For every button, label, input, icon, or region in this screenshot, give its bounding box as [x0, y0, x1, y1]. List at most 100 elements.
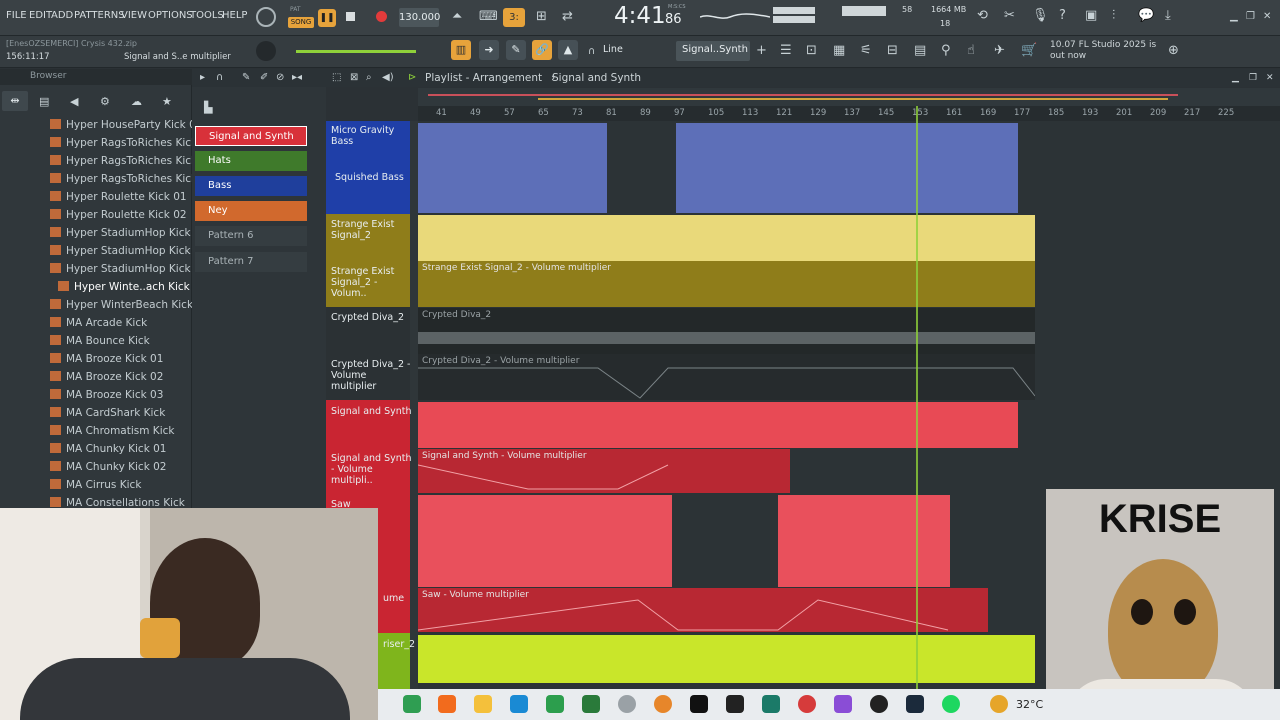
- clip-saw[interactable]: [418, 495, 672, 587]
- wait-input-icon[interactable]: ⌨: [479, 10, 498, 24]
- countdown-icon[interactable]: 3:: [503, 8, 525, 27]
- chat-icon[interactable]: 💬: [1138, 9, 1154, 23]
- browser-item[interactable]: Hyper StadiumHop Kick 03: [50, 263, 207, 281]
- app-icon[interactable]: [906, 695, 924, 713]
- browser-item[interactable]: Hyper HouseParty Kick 02: [50, 119, 202, 137]
- menu-edit[interactable]: EDIT: [29, 10, 52, 21]
- clip-crypted-diva[interactable]: Crypted Diva_2: [418, 308, 1035, 354]
- panel-minimize-icon[interactable]: ▁: [1232, 71, 1239, 85]
- browser-item[interactable]: Hyper WinterBeach Kick 02: [50, 299, 210, 317]
- fl-studio-icon[interactable]: [654, 695, 672, 713]
- playlist-icon[interactable]: ▥: [451, 40, 471, 60]
- browser-item[interactable]: Hyper StadiumHop Kick 02: [50, 245, 207, 263]
- panel-close-icon[interactable]: ✕: [1266, 71, 1274, 85]
- pattern-item[interactable]: Hats: [195, 151, 307, 171]
- browser-item[interactable]: MA Chunky Kick 02: [50, 461, 167, 479]
- add-icon[interactable]: +: [756, 44, 767, 58]
- app-icon[interactable]: [798, 695, 816, 713]
- menu-view[interactable]: VIEW: [121, 10, 147, 21]
- menu-help[interactable]: HELP: [222, 10, 247, 21]
- speaker-icon[interactable]: ◀): [382, 71, 394, 85]
- browser-item[interactable]: MA CardShark Kick: [50, 407, 165, 425]
- browser-item[interactable]: Hyper RagsToRiches Kick 01: [50, 137, 214, 155]
- master-volume-slider[interactable]: [296, 50, 416, 53]
- track-name[interactable]: Squished Bass: [330, 170, 416, 183]
- master-pitch-knob[interactable]: [256, 41, 276, 61]
- stamp-icon[interactable]: ▲: [558, 40, 578, 60]
- mute-icon[interactable]: ▸◂: [292, 71, 302, 85]
- song-mode-toggle[interactable]: SONG: [288, 17, 314, 28]
- browser-all-icon[interactable]: ⇹: [2, 91, 28, 111]
- native-icon[interactable]: [690, 695, 708, 713]
- menu-tools[interactable]: TOOLS: [190, 10, 224, 21]
- browser-item[interactable]: MA Bounce Kick: [50, 335, 150, 353]
- send-icon[interactable]: ✈: [994, 44, 1005, 58]
- track-name[interactable]: Crypted Diva_2 - Volume multiplier: [326, 357, 412, 392]
- chrome-icon[interactable]: [403, 695, 421, 713]
- browser-item[interactable]: MA Brooze Kick 02: [50, 371, 163, 389]
- track-name[interactable]: Signal and Synth: [326, 404, 412, 417]
- minimize-icon[interactable]: ▁: [1230, 10, 1238, 24]
- playhead[interactable]: [916, 106, 918, 690]
- steam-icon[interactable]: [870, 695, 888, 713]
- magnet-icon[interactable]: ∩: [588, 45, 595, 59]
- edge-icon[interactable]: [510, 695, 528, 713]
- clip-bass[interactable]: [676, 123, 1018, 213]
- song-overview[interactable]: [418, 88, 1280, 106]
- undo-icon[interactable]: ⟲: [977, 9, 988, 23]
- touch-icon[interactable]: ☝: [967, 44, 975, 58]
- browser-plugin-icon[interactable]: ⚙: [100, 95, 110, 109]
- close-icon[interactable]: ✕: [1263, 10, 1271, 24]
- loop-record-icon[interactable]: ⇄: [562, 10, 573, 24]
- spotify-icon[interactable]: [942, 695, 960, 713]
- delete-icon[interactable]: ⊘: [276, 71, 284, 85]
- clip-saw[interactable]: [778, 495, 950, 587]
- pattern-item[interactable]: Ney: [195, 201, 307, 221]
- folder-icon[interactable]: [474, 695, 492, 713]
- settings-icon[interactable]: [618, 695, 636, 713]
- browser-toggle-icon[interactable]: ⊟: [887, 44, 898, 58]
- clip-saw-automation[interactable]: Saw - Volume multiplier: [418, 588, 988, 632]
- save-icon[interactable]: ▣: [1085, 9, 1097, 23]
- track-name[interactable]: Strange Exist Signal_2: [326, 217, 412, 241]
- news-title[interactable]: 10.07 FL Studio 2025 is: [1050, 40, 1156, 50]
- record-button[interactable]: [376, 11, 387, 22]
- app-icon[interactable]: [762, 695, 780, 713]
- download-icon[interactable]: ⤓: [1165, 9, 1171, 23]
- browser-back-icon[interactable]: ◀: [70, 95, 78, 109]
- clip-riser[interactable]: [418, 635, 1035, 683]
- track-name[interactable]: Signal and Synth - Volume multipli..: [326, 451, 412, 486]
- link-icon[interactable]: 🔗: [532, 40, 552, 60]
- menu-add[interactable]: ADD: [51, 10, 73, 21]
- clip-bass[interactable]: [418, 123, 607, 213]
- cart-icon[interactable]: 🛒: [1021, 44, 1037, 58]
- menu-options[interactable]: OPTIONS: [148, 10, 193, 21]
- cut-icon[interactable]: ✂: [1004, 9, 1015, 23]
- track-name[interactable]: Micro Gravity Bass: [326, 123, 412, 147]
- mixer-icon[interactable]: ⫶: [1112, 9, 1115, 23]
- zoom-icon[interactable]: ⌕: [366, 71, 372, 85]
- app-icon[interactable]: [726, 695, 744, 713]
- pattern-item[interactable]: Bass: [195, 176, 307, 196]
- pencil-icon[interactable]: ✎: [242, 71, 250, 85]
- channel-rack-icon[interactable]: ☰: [780, 44, 792, 58]
- firefox-icon[interactable]: [438, 695, 456, 713]
- browser-item[interactable]: MA Chromatism Kick: [50, 425, 174, 443]
- browser-item[interactable]: MA Arcade Kick: [50, 317, 147, 335]
- pattern-arrow-icon[interactable]: ⊳: [408, 71, 416, 85]
- pattern-item[interactable]: Signal and Synth: [195, 126, 307, 146]
- help-icon[interactable]: ?: [1059, 9, 1066, 23]
- browser-item[interactable]: Hyper RagsToRiches Kick 02: [50, 155, 214, 173]
- stop-button[interactable]: [346, 12, 355, 21]
- pin-icon[interactable]: ⚲: [941, 44, 951, 58]
- magnet-tool-icon[interactable]: ∩: [216, 71, 223, 85]
- browser-cloud-icon[interactable]: ☁: [131, 95, 142, 109]
- track-name[interactable]: Crypted Diva_2: [326, 310, 412, 323]
- browser-item[interactable]: MA Brooze Kick 01: [50, 353, 163, 371]
- metronome-icon[interactable]: ⏶: [452, 10, 462, 24]
- clip-signal-synth[interactable]: [418, 402, 1018, 448]
- timeline-ruler[interactable]: 41 49 57 65 73 81 89 97 105 113 121 129 137 145 153 161…: [418, 106, 1280, 121]
- track-name[interactable]: Strange Exist Signal_2 - Volum..: [326, 264, 412, 299]
- pattern-item[interactable]: Pattern 7: [195, 252, 307, 272]
- channel-select[interactable]: Signal..Synth: [676, 41, 750, 61]
